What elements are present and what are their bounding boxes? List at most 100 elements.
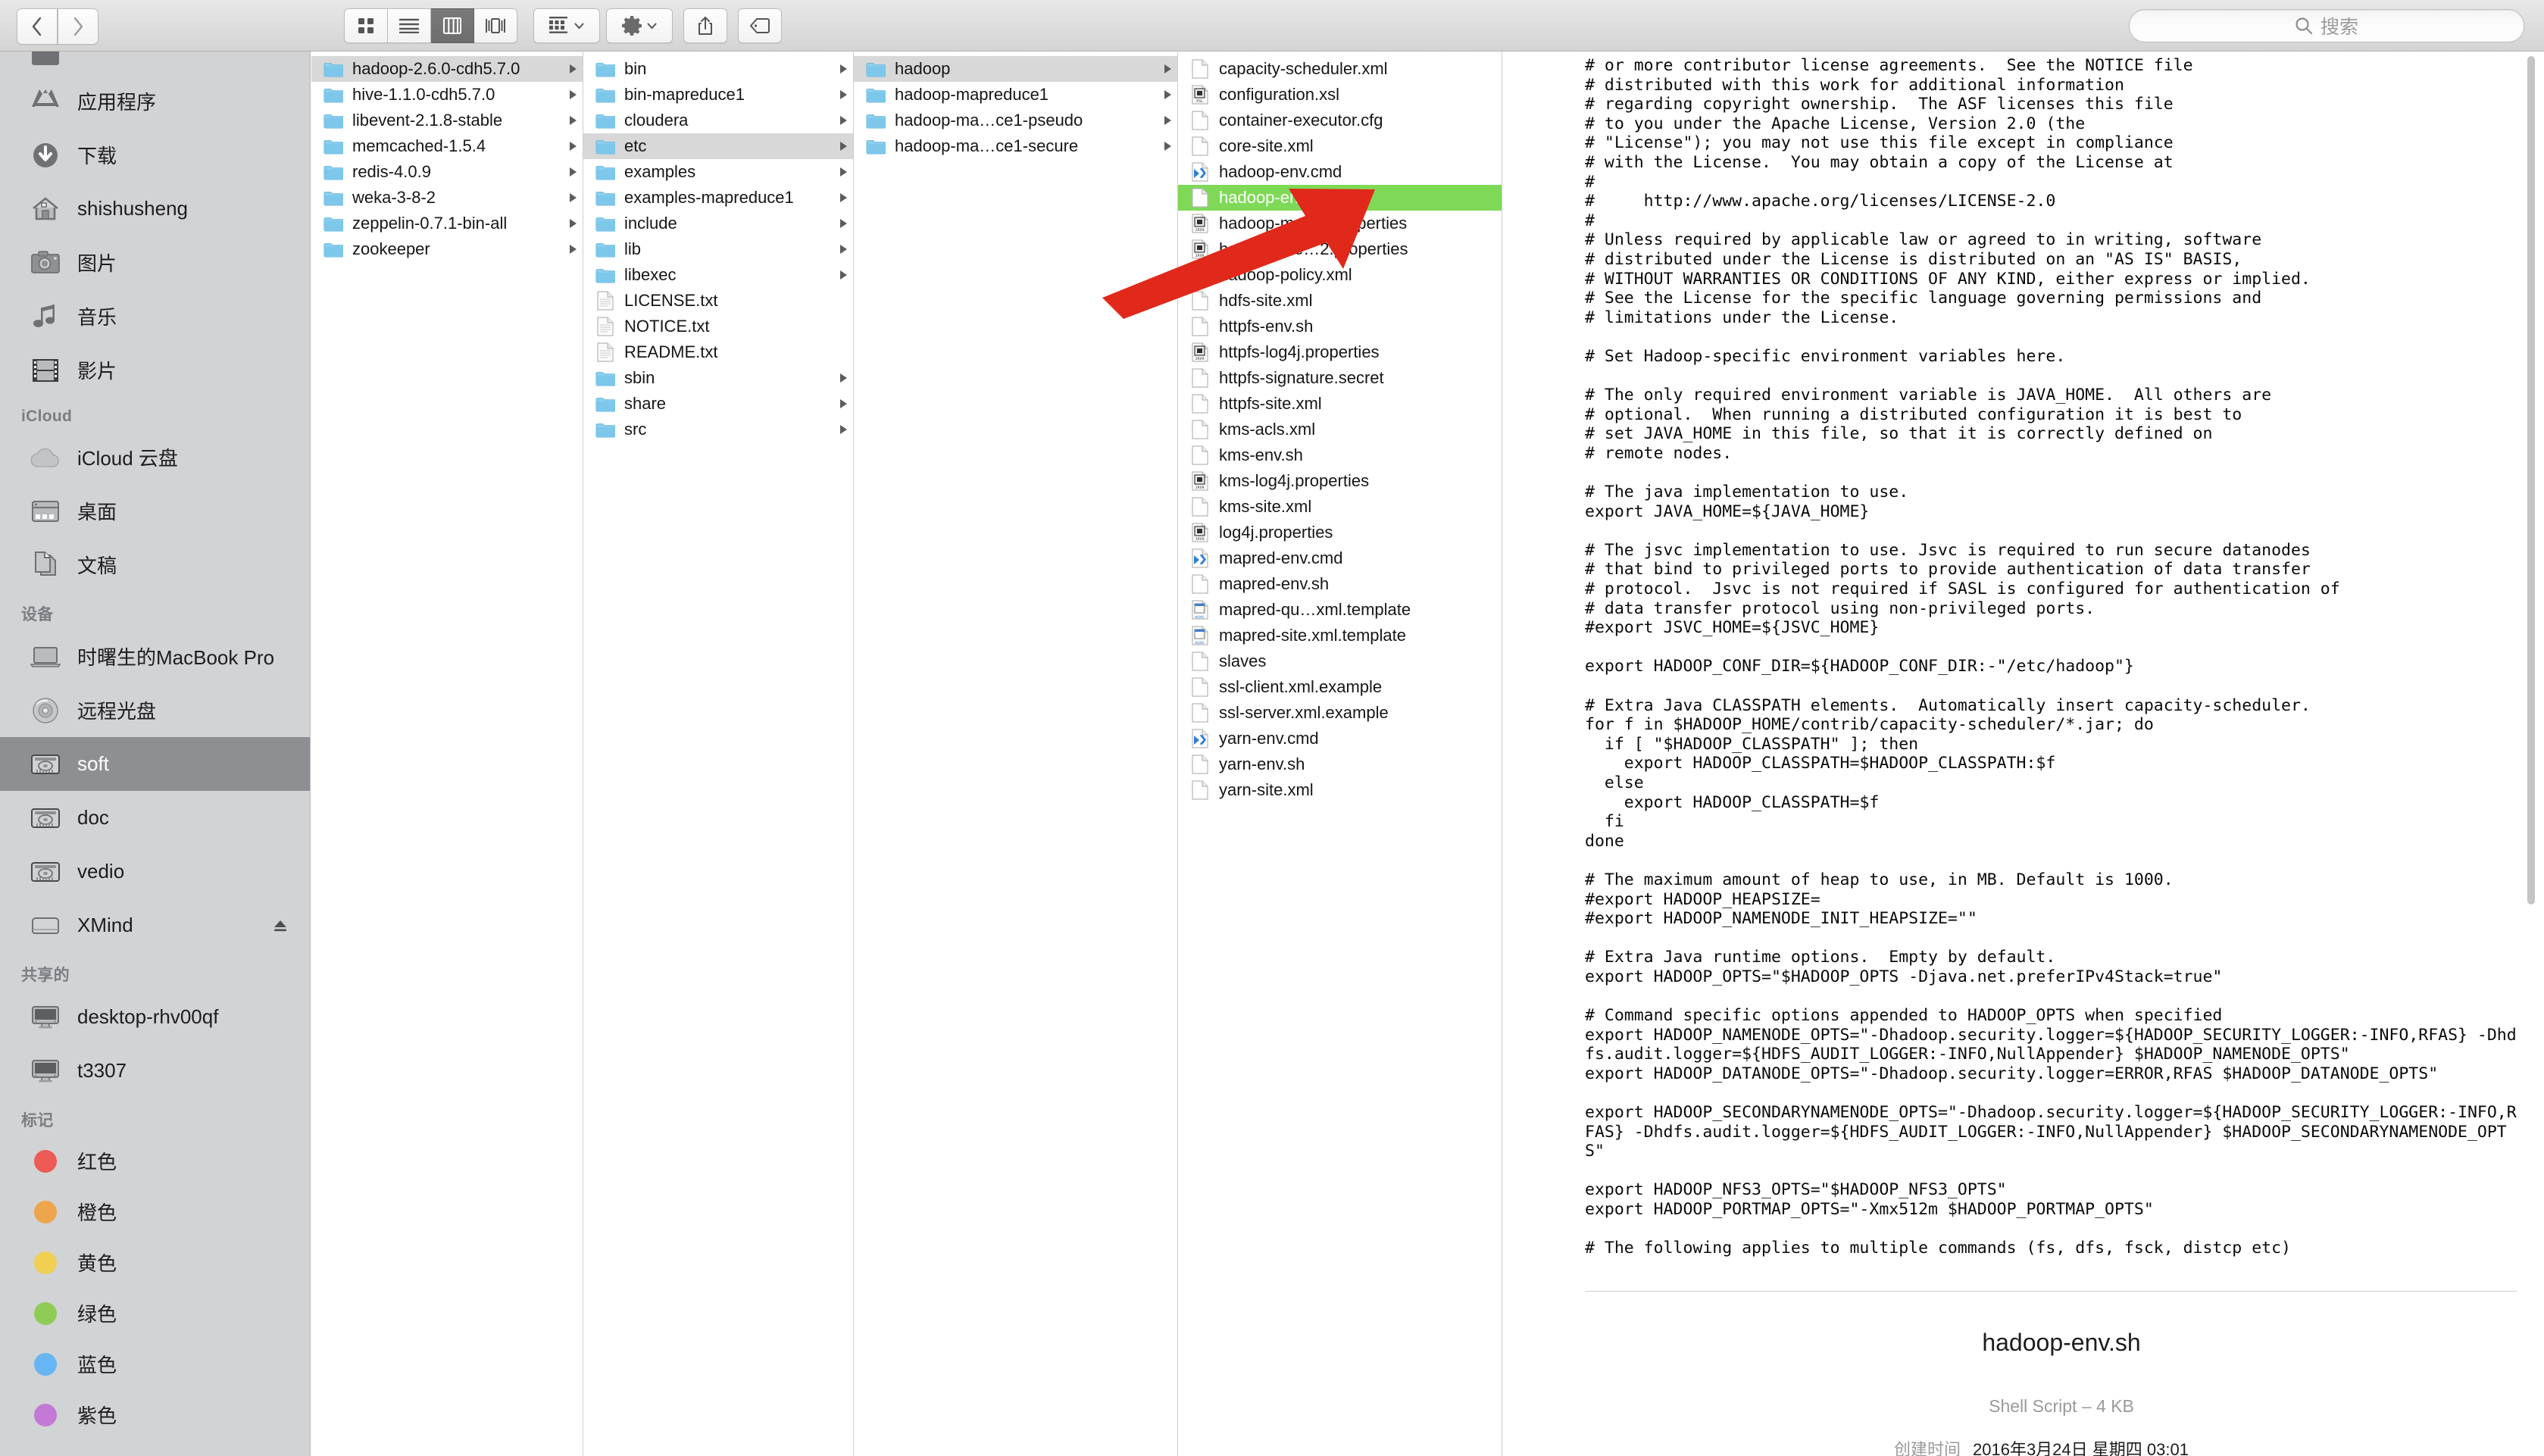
back-button[interactable] [17,8,58,45]
finder-sidebar[interactable]: 应用程序 下载 shishusheng 图片 音乐 影片 iCloud iCloud 云盘… [0,52,311,1456]
file-row[interactable]: zeppelin-0.7.1-bin-all [311,211,583,236]
file-row[interactable]: yarn-env.sh [1178,751,1502,777]
file-row[interactable]: etc [583,133,853,159]
column-view-button[interactable] [431,8,474,43]
sidebar-item-favorites-2[interactable]: shishusheng [0,182,310,236]
sidebar-tag-4[interactable]: 蓝色 [0,1339,310,1389]
sidebar-item-favorites-1[interactable]: 下载 [0,128,310,182]
sidebar-item-favorites-0[interactable]: 应用程序 [0,74,310,128]
sidebar-item-icloud-0[interactable]: iCloud 云盘 [0,430,310,484]
file-row[interactable]: zookeeper [311,236,583,262]
file-row[interactable]: core-site.xml [1178,133,1502,159]
sidebar-item-devices-5[interactable]: XMind [0,898,310,952]
tags-button[interactable] [738,8,782,43]
file-row[interactable]: JAVA log4j.properties [1178,520,1502,545]
sidebar-item-devices-0[interactable]: 时曙生的MacBook Pro [0,630,310,683]
list-view-button[interactable] [388,8,431,43]
file-row[interactable]: hadoop [854,56,1177,82]
file-row[interactable]: 7 mimi mapred-qu…xml.template [1178,597,1502,623]
sidebar-item-icloud-2[interactable]: 文稿 [0,538,310,592]
file-row[interactable]: yarn-env.cmd [1178,726,1502,751]
file-row[interactable]: include [583,211,853,236]
sidebar-item-shared-0[interactable]: desktop-rhv00qf [0,990,310,1044]
file-row[interactable]: kms-site.xml [1178,494,1502,520]
file-row[interactable]: slaves [1178,648,1502,674]
folder-icon [594,59,617,79]
file-row[interactable]: libexec [583,262,853,288]
preview-scrollbar[interactable] [2526,56,2536,1268]
file-row[interactable]: bin [583,56,853,82]
sidebar-item-devices-1[interactable]: 远程光盘 [0,683,310,737]
sidebar-item-devices-4[interactable]: vedio [0,845,310,898]
file-row[interactable]: lib [583,236,853,262]
file-row[interactable]: hdfs-site.xml [1178,288,1502,314]
file-row[interactable]: hadoop-2.6.0-cdh5.7.0 [311,56,583,82]
file-row[interactable]: httpfs-signature.secret [1178,365,1502,391]
harddisk-icon [26,854,65,890]
sidebar-item-devices-3[interactable]: doc [0,791,310,845]
file-row[interactable]: 7 mimi mapred-site.xml.template [1178,623,1502,648]
sidebar-item-shared-1[interactable]: t3307 [0,1044,310,1098]
file-row[interactable]: memcached-1.5.4 [311,133,583,159]
arrange-button[interactable] [533,8,600,43]
file-row[interactable]: hadoop-env.cmd [1178,159,1502,185]
file-row[interactable]: yarn-site.xml [1178,777,1502,803]
file-row[interactable]: cloudera [583,108,853,133]
file-row[interactable]: libevent-2.1.8-stable [311,108,583,133]
file-row[interactable]: XSL configuration.xsl [1178,82,1502,108]
file-row[interactable]: weka-3-8-2 [311,185,583,211]
file-row[interactable]: JAVA httpfs-log4j.properties [1178,339,1502,365]
file-row[interactable]: JAVA hadoop-me…2.properties [1178,236,1502,262]
sidebar-tag-5[interactable]: 紫色 [0,1389,310,1440]
file-row[interactable]: hadoop-mapreduce1 [854,82,1177,108]
sidebar-item-icloud-1[interactable]: 桌面 [0,484,310,538]
sidebar-item-favorites-5[interactable]: 影片 [0,343,310,397]
file-row[interactable]: kms-env.sh [1178,442,1502,468]
column-3[interactable]: hadoop hadoop-mapreduce1 hadoop-ma…ce1-pse… [854,52,1178,1456]
sidebar-tag-3[interactable]: 绿色 [0,1288,310,1339]
sidebar-tag-1[interactable]: 橙色 [0,1186,310,1237]
file-row[interactable]: capacity-scheduler.xml [1178,56,1502,82]
column-1[interactable]: hadoop-2.6.0-cdh5.7.0 hive-1.1.0-cdh5.7.0… [311,52,583,1456]
forward-button[interactable] [58,8,98,45]
file-row[interactable]: mapred-env.sh [1178,571,1502,597]
file-row[interactable]: httpfs-env.sh [1178,314,1502,339]
gallery-view-button[interactable] [474,8,517,43]
file-row[interactable]: kms-acls.xml [1178,417,1502,442]
file-row[interactable]: hadoop-env.sh [1178,185,1502,211]
file-row[interactable]: ssl-server.xml.example [1178,700,1502,726]
sidebar-item-favorites-3[interactable]: 图片 [0,236,310,289]
sidebar-tag-2[interactable]: 黄色 [0,1237,310,1288]
eject-icon[interactable] [272,918,289,933]
file-row[interactable]: examples-mapreduce1 [583,185,853,211]
file-row[interactable]: JAVA kms-log4j.properties [1178,468,1502,494]
icon-view-button[interactable] [344,8,388,43]
column-2[interactable]: bin bin-mapreduce1 cloudera etc examples exam… [583,52,854,1456]
file-row[interactable]: NOTICE.txt [583,314,853,339]
file-row[interactable]: mapred-env.cmd [1178,545,1502,571]
file-row[interactable]: share [583,391,853,417]
file-row[interactable]: bin-mapreduce1 [583,82,853,108]
file-row[interactable]: hadoop-ma…ce1-pseudo [854,108,1177,133]
sidebar-item-favorites-4[interactable]: 音乐 [0,289,310,343]
file-row[interactable]: LICENSE.txt [583,288,853,314]
file-row[interactable]: hive-1.1.0-cdh5.7.0 [311,82,583,108]
preview-scrollbar-thumb[interactable] [2527,56,2535,905]
column-4[interactable]: capacity-scheduler.xml XSL configuration.x… [1178,52,1502,1456]
file-row[interactable]: README.txt [583,339,853,365]
file-row[interactable]: hadoop-policy.xml [1178,262,1502,288]
file-row[interactable]: container-executor.cfg [1178,108,1502,133]
sidebar-tag-0[interactable]: 红色 [0,1136,310,1186]
file-row[interactable]: hadoop-ma…ce1-secure [854,133,1177,159]
file-row[interactable]: ssl-client.xml.example [1178,674,1502,700]
file-row[interactable]: examples [583,159,853,185]
file-row[interactable]: sbin [583,365,853,391]
file-row[interactable]: JAVA hadoop-me…s.properties [1178,211,1502,236]
search-field[interactable]: 搜索 [2129,9,2524,42]
file-row[interactable]: httpfs-site.xml [1178,391,1502,417]
action-gear-button[interactable] [606,8,673,43]
sidebar-item-devices-2[interactable]: soft [0,737,310,791]
share-button[interactable] [683,8,727,43]
file-row[interactable]: redis-4.0.9 [311,159,583,185]
file-row[interactable]: src [583,417,853,442]
